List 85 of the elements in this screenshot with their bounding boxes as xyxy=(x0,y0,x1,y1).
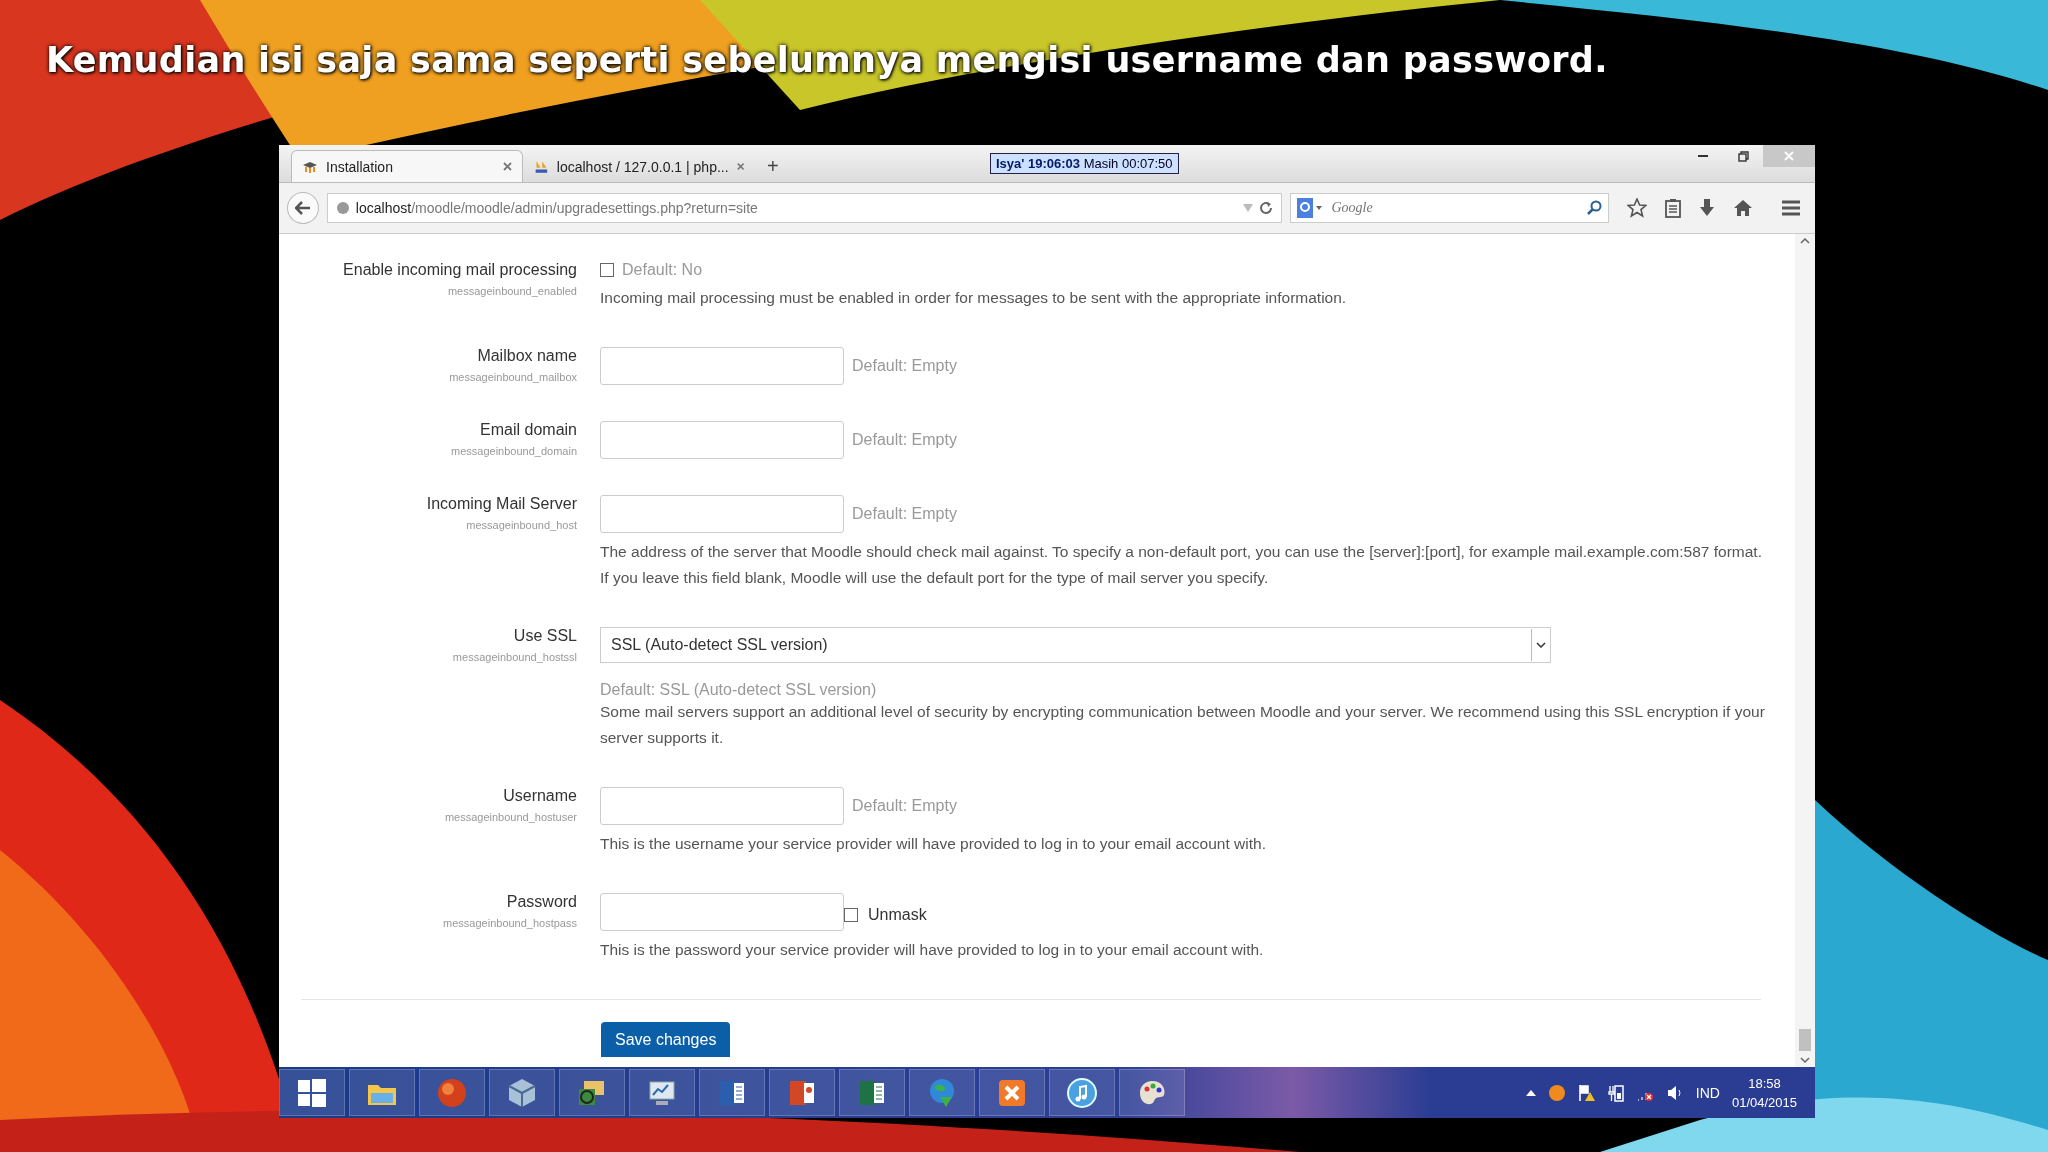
ssl-dropdown[interactable]: SSL (Auto-detect SSL version) xyxy=(600,627,1551,663)
sailboat-icon xyxy=(534,158,549,175)
setting-label: Use SSL xyxy=(513,627,577,645)
battery-icon[interactable] xyxy=(1607,1083,1624,1102)
browser-tab[interactable]: Installation xyxy=(291,150,523,182)
clipboard-icon[interactable] xyxy=(1665,198,1681,218)
default-value: Default: Empty xyxy=(852,797,957,815)
default-value: Default: Empty xyxy=(852,505,957,523)
orb-icon xyxy=(436,1076,468,1109)
up-arrow-icon[interactable] xyxy=(1525,1089,1536,1096)
default-value: Default: SSL (Auto-detect SSL version) xyxy=(600,681,878,699)
setting-label: Mailbox name xyxy=(477,347,577,365)
setting-key: messageinbound_mailbox xyxy=(449,371,577,383)
cube-icon xyxy=(506,1076,538,1109)
back-button[interactable] xyxy=(287,192,319,224)
search-icon[interactable] xyxy=(1586,200,1602,216)
browser-tab[interactable]: localhost / 127.0.0.1 | php... xyxy=(523,150,755,182)
minimize-icon xyxy=(1698,154,1708,158)
setting-label: Password xyxy=(506,893,577,911)
text-field[interactable] xyxy=(600,347,844,385)
taskbar-app[interactable] xyxy=(1119,1069,1185,1116)
caret-icon xyxy=(1536,642,1546,648)
search-engine-icon[interactable] xyxy=(1297,198,1324,218)
setting-description: The address of the server that Moodle should check mail against. To specify a non-default port, you can use the [server]:[port], for example mail.example.com:587 format. If you leave this field blank, Moodle will use the default port for the type of mail server you specify. xyxy=(600,542,1763,588)
restore-icon xyxy=(1737,150,1749,162)
default-value: Default: No xyxy=(622,261,703,279)
music-icon xyxy=(1066,1076,1098,1109)
address-bar[interactable]: localhost/moodle/moodle/admin/upgradesettings.php?return=site xyxy=(326,193,1283,223)
text-field[interactable] xyxy=(600,787,844,825)
clock[interactable]: 18:58 01/04/2015 xyxy=(1731,1073,1797,1112)
checkbox[interactable] xyxy=(844,908,858,922)
prayer-time-badge: Isya' 19:06:03 Masih 00:07:50 xyxy=(990,153,1179,174)
close-icon[interactable] xyxy=(503,162,512,171)
scrollbar[interactable] xyxy=(1795,234,1815,1067)
setting-label: Incoming Mail Server xyxy=(426,495,577,513)
menu-icon[interactable] xyxy=(1781,200,1801,216)
flag-warning-icon[interactable] xyxy=(1577,1083,1596,1102)
setting-key: messageinbound_domain xyxy=(451,445,577,457)
back-arrow-icon xyxy=(294,201,311,215)
setting-description: Some mail servers support an additional level of security by encrypting communication between Moodle and your server. We recommend using this SSL encryption if your server supports it. xyxy=(600,702,1765,748)
taskbar-app[interactable] xyxy=(1049,1069,1115,1116)
setting-description: Incoming mail processing must be enabled in order for messages to be sent with the appropriate information. xyxy=(600,288,1348,308)
taskbar-app[interactable] xyxy=(559,1069,625,1116)
close-icon[interactable] xyxy=(736,162,744,171)
search-bar[interactable]: Google xyxy=(1290,193,1609,223)
taskbar-app[interactable] xyxy=(349,1069,415,1116)
password-field[interactable] xyxy=(600,893,844,931)
download-icon[interactable] xyxy=(1699,198,1715,218)
scroll-thumb[interactable] xyxy=(1799,1029,1811,1051)
mortarboard-icon xyxy=(302,159,318,174)
taskbar-app[interactable] xyxy=(769,1069,835,1116)
setting-key: messageinbound_hostssl xyxy=(452,651,577,663)
taskbar-app[interactable] xyxy=(279,1069,345,1116)
language-indicator[interactable]: IND xyxy=(1695,1084,1720,1101)
setting-label: Enable incoming mail processing xyxy=(343,261,577,279)
scroll-up-icon[interactable] xyxy=(1800,238,1810,244)
default-value: Default: Empty xyxy=(852,431,957,449)
text-field[interactable] xyxy=(600,421,844,459)
new-tab-button[interactable]: + xyxy=(755,155,791,182)
speaker-icon[interactable] xyxy=(1665,1083,1684,1102)
setting-label: Email domain xyxy=(480,421,577,439)
setting-key: messageinbound_hostuser xyxy=(444,811,577,823)
close-icon xyxy=(1784,151,1794,161)
circle-icon[interactable] xyxy=(1547,1083,1566,1102)
setting-key: messageinbound_enabled xyxy=(447,285,577,297)
setting-description: This is the password your service provider will have provided to log in to your email account with. xyxy=(600,940,1265,960)
checkbox[interactable] xyxy=(600,263,614,277)
taskbar-app[interactable] xyxy=(489,1069,555,1116)
unmask-label: Unmask xyxy=(868,906,927,924)
taskbar-app[interactable] xyxy=(629,1069,695,1116)
home-icon[interactable] xyxy=(1733,199,1753,217)
setting-label: Username xyxy=(503,787,577,805)
default-value: Default: Empty xyxy=(852,357,957,375)
taskbar-app[interactable] xyxy=(979,1069,1045,1116)
reload-icon[interactable] xyxy=(1259,201,1274,215)
setting-description: This is the username your service provider will have provided to log in to your email account with. xyxy=(600,834,1267,854)
taskbar-app[interactable] xyxy=(699,1069,765,1116)
text-field[interactable] xyxy=(600,495,844,533)
scroll-down-icon[interactable] xyxy=(1800,1057,1810,1063)
save-changes-button[interactable]: Save changes xyxy=(601,1022,731,1057)
taskbar-app[interactable] xyxy=(839,1069,905,1116)
windows-logo-icon xyxy=(296,1076,328,1109)
setting-key: messageinbound_host xyxy=(466,519,577,531)
star-icon[interactable] xyxy=(1627,198,1647,218)
setting-key: messageinbound_hostpass xyxy=(443,917,577,929)
